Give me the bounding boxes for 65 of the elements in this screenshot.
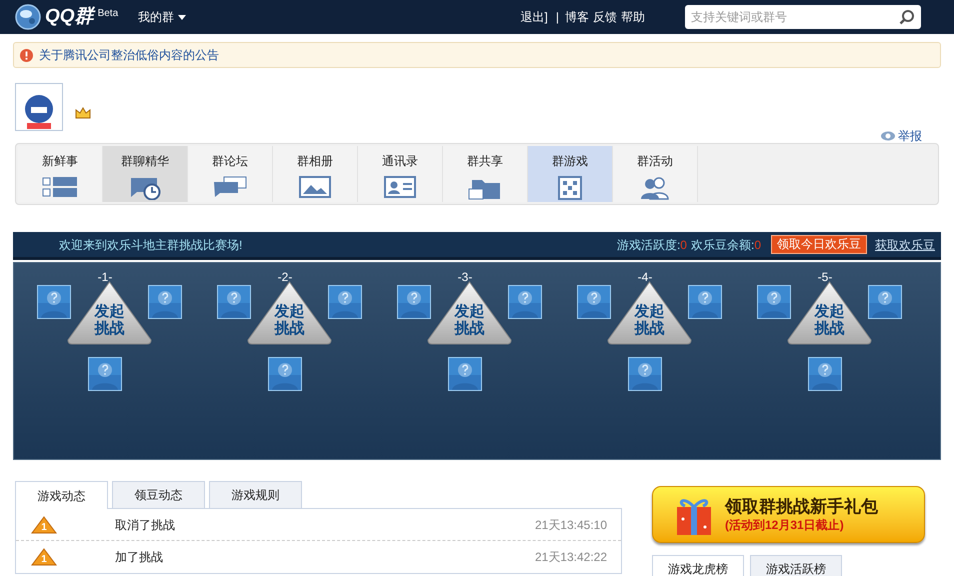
feature-tab[interactable]: 群游戏	[528, 146, 613, 202]
globe-logo-icon	[15, 4, 41, 30]
unknown-player-icon[interactable]	[328, 285, 362, 319]
ranking-tab[interactable]: 游戏活跃榜	[750, 555, 842, 576]
beans-value: 0	[754, 236, 761, 254]
unknown-player-icon[interactable]	[577, 285, 611, 319]
unknown-player-icon[interactable]	[628, 357, 662, 391]
unknown-player-icon[interactable]	[688, 285, 722, 319]
ranking-tab[interactable]: 游戏龙虎榜	[652, 555, 744, 576]
unknown-player-icon[interactable]	[448, 357, 482, 391]
start-challenge-button[interactable]: 发起 挑战	[607, 280, 692, 346]
avatar-icon	[15, 83, 63, 131]
feed-tab[interactable]: 游戏规则	[209, 481, 302, 508]
beans-label: 欢乐豆余额:	[690, 236, 754, 254]
welcome-text: 欢迎来到欢乐斗地主群挑战比赛场!	[59, 236, 242, 254]
activity-value: 0	[680, 236, 687, 254]
start-challenge-button[interactable]: 发起 挑战	[67, 280, 152, 346]
alert-icon	[20, 48, 33, 62]
nav-link[interactable]: 帮助	[621, 8, 645, 26]
warning-icon: 1	[31, 548, 57, 566]
contact-card-icon	[384, 176, 416, 198]
unknown-player-icon[interactable]	[397, 285, 431, 319]
notice-link[interactable]: 关于腾讯公司整治低俗内容的公告	[39, 46, 219, 64]
unknown-player-icon[interactable]	[268, 357, 302, 391]
nav-link[interactable]: 反馈	[593, 8, 617, 26]
get-beans-link[interactable]: 获取欢乐豆	[875, 236, 935, 254]
unknown-player-icon[interactable]	[508, 285, 542, 319]
unknown-player-icon[interactable]	[217, 285, 251, 319]
activity-label: 游戏活跃度:	[616, 236, 680, 254]
speech-bubbles-icon	[212, 176, 248, 198]
my-groups-menu[interactable]: 我的群	[138, 8, 186, 26]
unknown-player-icon[interactable]	[868, 285, 902, 319]
unknown-player-icon[interactable]	[88, 357, 122, 391]
claim-beans-button[interactable]: 领取今日欢乐豆	[771, 235, 867, 254]
caret-icon	[178, 14, 186, 20]
feed-text: 加了挑战	[115, 549, 163, 566]
feed-text: 取消了挑战	[115, 516, 175, 534]
search-field[interactable]: 支持关键词或群号	[685, 5, 921, 29]
logout-link[interactable]: 退出]	[520, 8, 548, 26]
unknown-player-icon[interactable]	[37, 285, 71, 319]
feed-tab[interactable]: 领豆动态	[112, 481, 205, 508]
start-challenge-button[interactable]: 发起 挑战	[787, 280, 872, 346]
start-challenge-button[interactable]: 发起 挑战	[247, 280, 332, 346]
beta-label: Beta	[98, 7, 118, 21]
search-icon[interactable]	[899, 9, 915, 25]
eye-icon	[881, 131, 895, 141]
list-icon	[42, 176, 78, 198]
nav-link[interactable]: 博客	[565, 8, 589, 26]
start-challenge-button[interactable]: 发起 挑战	[427, 280, 512, 346]
feed-time: 21天13:45:10	[534, 516, 607, 534]
checkered-grid-icon	[558, 176, 582, 200]
warning-icon: 1	[31, 516, 57, 534]
feed-time: 21天13:42:22	[534, 549, 607, 566]
crown-icon	[75, 107, 91, 119]
unknown-player-icon[interactable]	[757, 285, 791, 319]
gift-pack-button[interactable]: 领取群挑战新手礼包 (活动到12月31日截止)	[652, 486, 925, 543]
people-icon	[639, 176, 671, 200]
feed-tab[interactable]: 游戏动态	[15, 481, 108, 509]
landscape-photo-icon	[299, 176, 331, 198]
unknown-player-icon[interactable]	[808, 357, 842, 391]
report-link[interactable]: 举报	[898, 127, 922, 145]
feature-tab[interactable]: 群聊精华	[103, 146, 188, 202]
logo-text: QQ群	[45, 4, 94, 29]
separator-text: |	[556, 9, 559, 26]
unknown-player-icon[interactable]	[148, 285, 182, 319]
